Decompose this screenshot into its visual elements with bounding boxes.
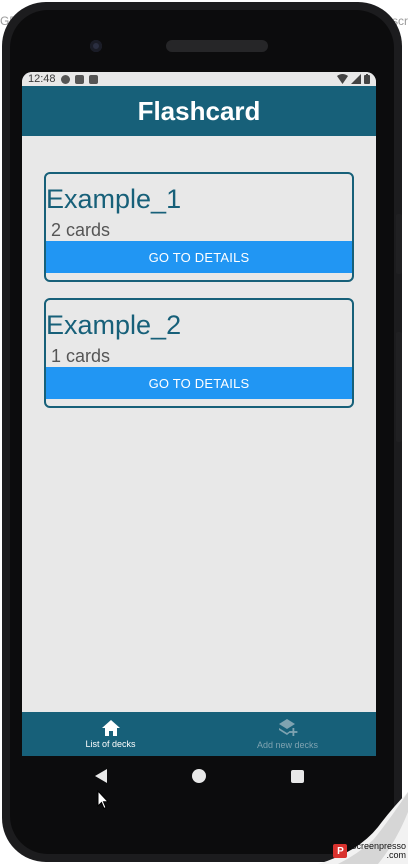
deck-card-count: 2 cards (51, 220, 111, 240)
back-icon[interactable] (94, 769, 107, 783)
tab-add-new-decks[interactable]: Add new decks (199, 712, 376, 756)
app-screen: 12:48 Flashcard Example_1 2 cards GO TO … (22, 72, 376, 756)
home-icon (101, 719, 120, 736)
battery-icon (364, 74, 370, 84)
signal-icon (351, 74, 361, 84)
layers-plus-icon (278, 718, 297, 736)
go-to-details-button[interactable]: GO TO DETAILS (46, 241, 352, 273)
bottom-navigation: List of decks Add new decks (22, 712, 376, 756)
screenpresso-badge: P Screenpresso .com (333, 842, 406, 860)
notification-icon (60, 74, 70, 84)
status-bar: 12:48 (22, 72, 376, 86)
sd-card-icon (88, 74, 98, 84)
deck-card-count: 1 cards (51, 346, 111, 366)
deck-title: Example_1 (46, 184, 182, 214)
wifi-icon (337, 74, 348, 84)
power-button (396, 332, 402, 442)
screenshot-canvas: G5 escr 12:48 Flashcard Example_1 2 card… (0, 0, 408, 864)
app-notification-icon (74, 74, 84, 84)
system-navigation-bar (22, 756, 376, 796)
front-camera (90, 40, 102, 52)
app-header: Flashcard (22, 86, 376, 136)
go-to-details-button[interactable]: GO TO DETAILS (46, 367, 352, 399)
deck-title: Example_2 (46, 310, 182, 340)
deck-card: Example_1 2 cards GO TO DETAILS (44, 172, 354, 282)
mouse-pointer-icon (97, 790, 109, 810)
page-curl-watermark: P Screenpresso .com (318, 792, 408, 864)
deck-list: Example_1 2 cards GO TO DETAILS Example_… (22, 136, 376, 408)
home-circle-icon[interactable] (191, 769, 206, 783)
screenpresso-logo: P (333, 844, 348, 858)
tab-list-of-decks[interactable]: List of decks (22, 712, 199, 756)
volume-button (396, 214, 402, 274)
earpiece-speaker (166, 40, 268, 52)
deck-card: Example_2 1 cards GO TO DETAILS (44, 298, 354, 408)
status-time: 12:48 (28, 73, 56, 85)
tab-label: Add new decks (256, 739, 319, 750)
tab-label: List of decks (85, 738, 136, 749)
recent-apps-icon[interactable] (290, 769, 304, 783)
page-title: Flashcard (137, 95, 261, 126)
watermark-line2: .com (386, 850, 406, 860)
